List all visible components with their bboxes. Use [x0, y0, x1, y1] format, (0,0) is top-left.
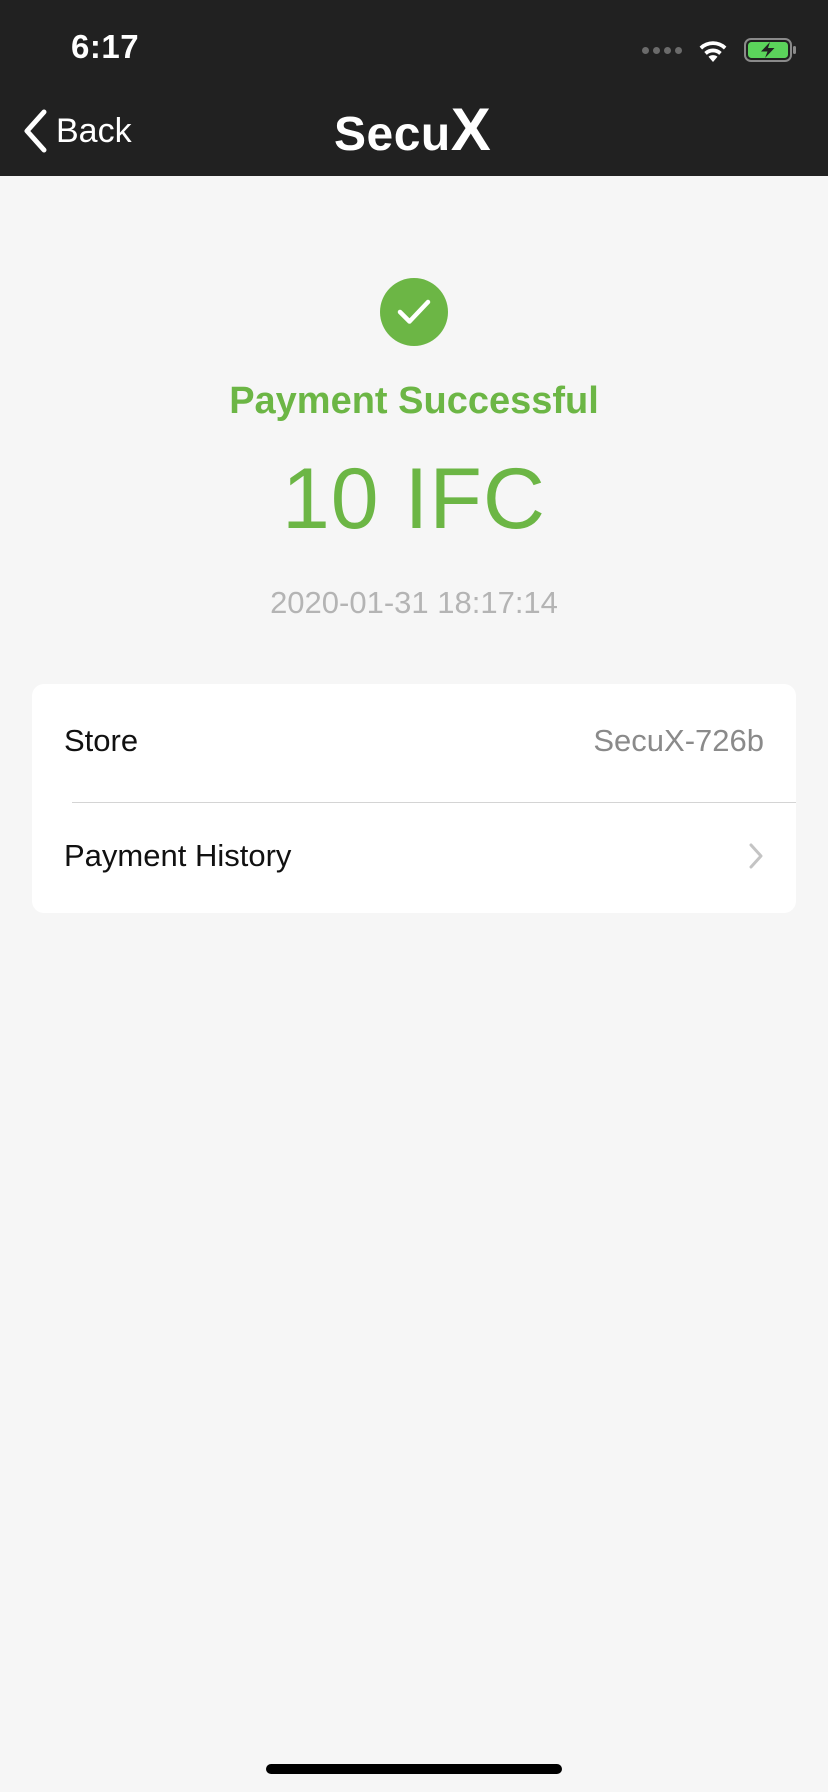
- store-row: Store SecuX-726b: [32, 684, 796, 798]
- store-label: Store: [64, 723, 139, 758]
- payment-status-title: Payment Successful: [229, 380, 599, 422]
- payment-details-card: Store SecuX-726b Payment History: [32, 684, 796, 913]
- status-time: 6:17: [71, 28, 140, 65]
- top-bar: 6:17 Back SecuX: [0, 0, 828, 176]
- battery-charging-icon: [744, 38, 796, 62]
- payment-timestamp: 2020-01-31 18:17:14: [270, 585, 558, 620]
- payment-history-row[interactable]: Payment History: [32, 799, 796, 913]
- back-label: Back: [56, 111, 132, 150]
- wifi-icon: [699, 41, 727, 62]
- cellular-signal-icon: [642, 46, 682, 54]
- chevron-right-icon: [749, 843, 763, 869]
- chevron-left-icon: [24, 109, 47, 153]
- checkmark-icon: [397, 299, 431, 324]
- home-indicator[interactable]: [266, 1764, 562, 1774]
- store-value: SecuX-726b: [593, 723, 764, 758]
- success-check-icon: [380, 278, 448, 346]
- status-icons: [642, 34, 798, 66]
- back-button[interactable]: Back: [22, 106, 132, 156]
- secux-logo: SecuX: [334, 96, 492, 163]
- payment-amount: 10 IFC: [281, 451, 547, 547]
- payment-history-label: Payment History: [64, 838, 292, 873]
